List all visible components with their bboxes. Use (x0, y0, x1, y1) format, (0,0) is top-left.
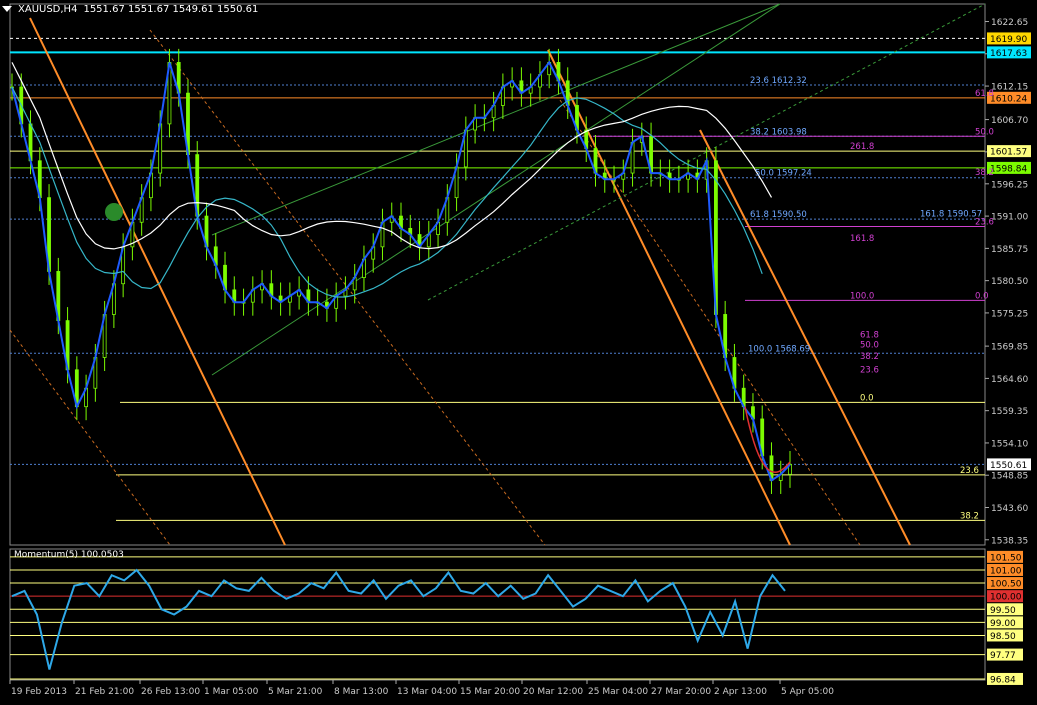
momentum-tick-label: 97.77 (990, 651, 1016, 661)
symbol-header[interactable]: XAUUSD,H4 1551.67 1551.67 1549.61 1550.6… (2, 2, 258, 16)
x-axis-tick-label: 27 Mar 20:00 (651, 687, 711, 697)
fib-label: 61.8 (975, 89, 994, 99)
fib-label: 23.6 (960, 466, 979, 476)
y-axis-tick-label: 1622.65 (991, 18, 1028, 28)
fib-label: 61.8 (860, 331, 879, 341)
y-axis-tick-label: 1575.25 (991, 309, 1028, 319)
chart-canvas: 1622.651617.401612.151606.701601.451596.… (9, 3, 1031, 697)
fib-label: 38.2 (975, 168, 994, 178)
trend-line (211, 3, 781, 376)
price-tag-label: 1619.90 (990, 35, 1027, 45)
x-axis-tick-label: 5 Apr 05:00 (781, 687, 834, 697)
x-axis-tick-label: 15 Mar 20:00 (460, 687, 520, 697)
x-axis-tick-label: 1 Mar 05:00 (204, 687, 259, 697)
fib-label: 23.6 (860, 366, 879, 376)
fib-label: 161.8 (850, 234, 874, 244)
y-axis-tick-label: 1543.60 (991, 504, 1028, 514)
y-axis-tick-label: 1591.00 (991, 213, 1028, 223)
fib-label: 38.2 (860, 352, 879, 362)
x-axis-tick-label: 2 Apr 13:00 (714, 687, 767, 697)
fib-label: 38.2 1603.98 (750, 127, 807, 137)
fib-label: 23.6 1612.32 (750, 76, 807, 86)
x-axis-tick-label: 8 Mar 13:00 (334, 687, 389, 697)
momentum-pane-frame (9, 548, 986, 681)
price-tag-label: 1598.84 (990, 164, 1027, 174)
ohlc-readout: 1551.67 1551.67 1549.61 1550.61 (83, 3, 259, 15)
momentum-tick-label: 99.50 (990, 606, 1016, 616)
x-axis-tick-label: 5 Mar 21:00 (268, 687, 323, 697)
fib-label: 261.8 (850, 142, 874, 152)
price-tag-label: 1617.63 (990, 49, 1027, 59)
fib-label: 0.0 (860, 393, 874, 403)
trend-line (547, 49, 791, 546)
price-tag-label: 1610.24 (990, 94, 1027, 104)
price-tag-label: 1550.61 (990, 461, 1027, 471)
x-axis-tick-label: 13 Mar 04:00 (397, 687, 457, 697)
momentum-tick-label: 101.00 (990, 566, 1022, 576)
y-axis-tick-label: 1569.85 (991, 343, 1028, 353)
momentum-tick-label: 96.84 (990, 675, 1016, 685)
fib-label: 50.0 (860, 341, 879, 351)
x-axis-tick-label: 19 Feb 2013 (11, 687, 67, 697)
marker-dot (105, 203, 123, 221)
y-axis-tick-label: 1538.35 (991, 536, 1028, 546)
trend-line (9, 329, 171, 546)
fib-label: 50.0 1597.24 (755, 169, 812, 179)
momentum-tick-label: 100.50 (990, 580, 1022, 590)
y-axis-tick-label: 1596.25 (991, 180, 1028, 190)
chart-window: 1622.651617.401612.151606.701601.451596.… (0, 0, 1037, 701)
fib-label: 50.0 (975, 127, 994, 137)
momentum-tick-label: 100.00 (990, 593, 1022, 603)
momentum-tick-label: 99.00 (990, 619, 1016, 629)
momentum-tick-label: 101.50 (990, 553, 1022, 563)
y-axis-tick-label: 1564.60 (991, 375, 1028, 385)
x-axis-tick-label: 26 Feb 13:00 (141, 687, 200, 697)
trend-line (29, 17, 286, 546)
y-axis-tick-label: 1559.35 (991, 407, 1028, 417)
y-axis-tick-label: 1606.70 (991, 116, 1028, 126)
x-axis-tick-label: 20 Mar 12:00 (523, 687, 583, 697)
y-axis-tick-label: 1548.85 (991, 472, 1028, 482)
y-axis-tick-label: 1585.75 (991, 245, 1028, 255)
indicator-title: Momentum(5) 100.0503 (14, 550, 124, 560)
fib-label: 161.8 1590.57 (920, 210, 982, 220)
fib-label: 38.2 (960, 511, 979, 521)
fib-label: 100.0 (850, 291, 874, 301)
fib-label: 0.0 (975, 291, 989, 301)
price-tag-label: 1601.57 (990, 148, 1027, 158)
y-axis-tick-label: 1612.15 (991, 83, 1028, 93)
y-axis-tick-label: 1580.50 (991, 277, 1028, 287)
y-axis-tick-label: 1554.10 (991, 439, 1028, 449)
momentum-tick-label: 98.50 (990, 632, 1016, 642)
x-axis-tick-label: 21 Feb 21:00 (75, 687, 134, 697)
fib-label: 23.6 (975, 218, 994, 228)
dropdown-triangle-icon[interactable] (2, 6, 12, 12)
symbol-label: XAUUSD,H4 (18, 3, 78, 15)
x-axis-tick-label: 25 Mar 04:00 (588, 687, 648, 697)
fib-label: 100.0 1568.69 (748, 344, 810, 354)
fib-label: 61.8 1590.50 (750, 210, 807, 220)
